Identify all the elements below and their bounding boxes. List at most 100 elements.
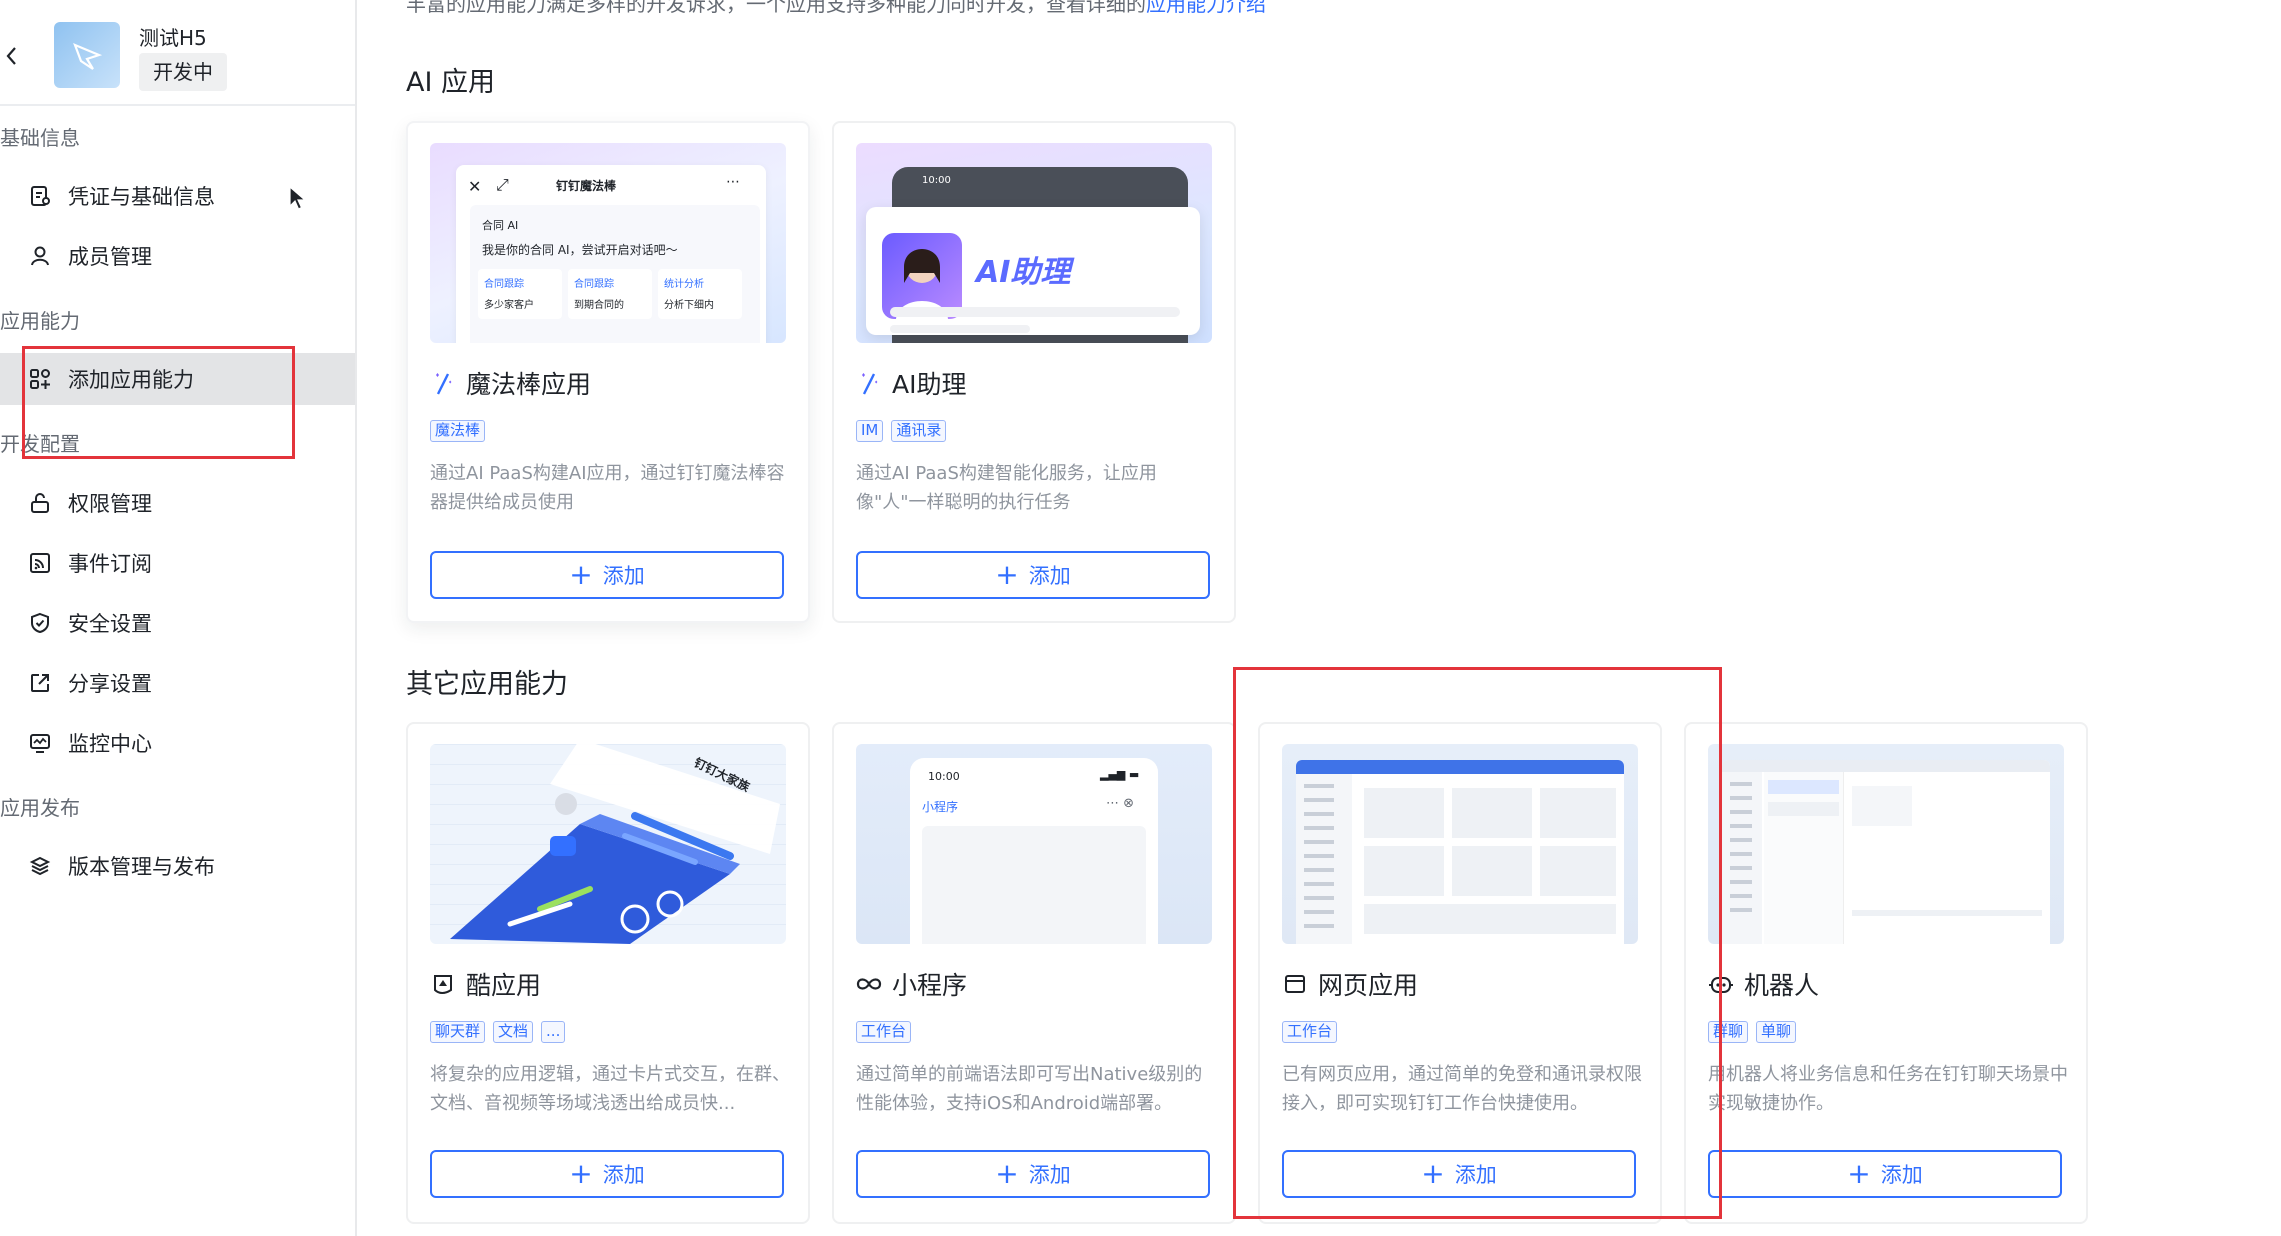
chat-list-item	[1768, 802, 1839, 816]
card-description: 通过简单的前端语法即可写出Native级别的性能体验，支持iOS和Android…	[856, 1064, 1203, 1114]
robot-preview-image	[1708, 744, 2064, 944]
capability-card-ai-assistant: 10:00 AI助理 AI助理 IM 通讯录 通过AI PaaS构建智能化服务，…	[832, 121, 1236, 623]
tag: IM	[856, 420, 884, 442]
preview-badge: 合同 AI	[482, 219, 519, 232]
section-title-other: 其它应用能力	[406, 669, 568, 700]
phone-frame: 10:00 ▂▄▆ ▬ 小程序 ⋯ ⊗	[910, 758, 1158, 944]
add-robot-button[interactable]: + 添加	[1708, 1150, 2062, 1198]
add-magic-wand-button[interactable]: + 添加	[430, 551, 784, 599]
card-title: 酷应用	[466, 971, 542, 1000]
ai-assistant-preview-image: 10:00 AI助理	[856, 143, 1212, 343]
capability-card-robot: 机器人 群聊 单聊 用机器人将业务信息和任务在钉钉聊天场景中实现敏捷协作。 + …	[1684, 722, 2088, 1224]
main-content: 丰富的应用能力满足多样的开发诉求，一个应用支持多种能力同时开发，查看详细的应用能…	[381, 0, 2281, 1236]
mini-program-preview-image: 10:00 ▂▄▆ ▬ 小程序 ⋯ ⊗	[856, 744, 1212, 944]
monitor-icon	[28, 731, 52, 755]
card-title: 魔法棒应用	[466, 370, 592, 399]
more-icon: ⋯ ⊗	[1106, 796, 1135, 811]
browser-window	[1296, 760, 1624, 944]
sidebar-item-label: 监控中心	[68, 732, 152, 756]
card-title-row: 酷应用	[430, 966, 541, 1002]
tag: 文档	[493, 1021, 534, 1043]
sidebar-item-label: 权限管理	[68, 492, 152, 516]
app-logo	[54, 22, 120, 88]
phone-time: 10:00	[928, 770, 960, 783]
sidebar-item-events[interactable]: 事件订阅	[0, 537, 355, 589]
section-title-ai: AI 应用	[406, 67, 496, 98]
browser-titlebar	[1296, 760, 1624, 774]
sidebar-item-label: 成员管理	[68, 245, 152, 269]
preview-chip: 合同跟踪 多少家客户	[478, 269, 562, 319]
add-button-label: 添加	[1880, 1163, 1923, 1187]
chat-list	[1764, 772, 1844, 944]
preview-chip-label: 合同跟踪	[484, 279, 524, 290]
sidebar-item-share[interactable]: 分享设置	[0, 657, 355, 709]
tag: 单聊	[1756, 1021, 1797, 1043]
sidebar-item-permissions[interactable]: 权限管理	[0, 477, 355, 529]
person-icon	[28, 244, 52, 268]
capability-card-web-app: 网页应用 工作台 已有网页应用，通过简单的免登和通讯录权限接入，即可实现钉钉工作…	[1258, 722, 1662, 1224]
sidebar: 测试H5 开发中 基础信息 凭证与基础信息 成员管理 应用能力 添加应用能力 开…	[0, 0, 357, 1236]
sidebar-item-monitor[interactable]: 监控中心	[0, 717, 355, 769]
preview-chip: 统计分析 分析下细内	[658, 269, 742, 319]
card-title: 小程序	[892, 971, 968, 1000]
add-button-label: 添加	[1028, 1163, 1071, 1187]
preview-header: 钉钉魔法棒	[556, 179, 617, 193]
mouse-cursor-icon	[289, 185, 307, 216]
expand-icon: ⤢	[496, 175, 509, 194]
add-cool-app-button[interactable]: + 添加	[430, 1150, 784, 1198]
card-title-row: 小程序	[856, 966, 967, 1002]
add-web-app-button[interactable]: + 添加	[1282, 1150, 1636, 1198]
shield-icon	[28, 611, 52, 635]
sidebar-item-security[interactable]: 安全设置	[0, 597, 355, 649]
tag: 聊天群	[430, 1021, 486, 1043]
back-chevron-icon[interactable]	[0, 38, 22, 74]
capability-card-cool-app: 钉钉大家族 酷应用 聊天群 文档 ... 将复杂的应用逻辑，通过卡片式交互，在群…	[406, 722, 810, 1224]
sidebar-item-versions[interactable]: 版本管理与发布	[0, 840, 355, 892]
preview-chip-sub: 多少家客户	[484, 300, 534, 311]
card-description: 用机器人将业务信息和任务在钉钉聊天场景中实现敏捷协作。	[1708, 1064, 2068, 1114]
group-title-release: 应用发布	[0, 796, 80, 820]
sidebar-item-label: 分享设置	[68, 672, 152, 696]
add-button-label: 添加	[602, 1163, 645, 1187]
preview-chip-label: 统计分析	[664, 279, 704, 290]
card-title-row: 网页应用	[1282, 966, 1418, 1002]
card-title-row: AI助理	[856, 365, 966, 401]
cool-app-preview-image: 钉钉大家族	[430, 744, 786, 944]
plus-icon: +	[569, 558, 593, 591]
web-app-preview-image	[1282, 744, 1638, 944]
sidebar-item-add-capability[interactable]: 添加应用能力	[0, 353, 355, 405]
tag-list: 聊天群 文档 ...	[430, 1021, 566, 1043]
tag-list: 魔法棒	[430, 420, 486, 442]
add-ai-assistant-button[interactable]: + 添加	[856, 551, 1210, 599]
capability-card-magic-wand: ✕ ⤢ 钉钉魔法棒 ⋯ 合同 AI 我是你的合同 AI，尝试开启对话吧～ 合同跟…	[406, 121, 810, 623]
card-title: AI助理	[892, 370, 967, 399]
magic-wand-preview-image: ✕ ⤢ 钉钉魔法棒 ⋯ 合同 AI 我是你的合同 AI，尝试开启对话吧～ 合同跟…	[430, 143, 786, 343]
tag-list: 工作台	[856, 1021, 912, 1043]
sidebar-item-members[interactable]: 成员管理	[0, 230, 355, 282]
phone-time: 10:00	[922, 175, 951, 186]
sidebar-item-label: 凭证与基础信息	[68, 185, 215, 209]
capability-intro-link[interactable]: 应用能力介绍	[1146, 0, 1266, 16]
sidebar-item-label: 事件订阅	[68, 552, 152, 576]
intro-text: 丰富的应用能力满足多样的开发诉求，一个应用支持多种能力同时开发，查看详细的应用能…	[406, 0, 1266, 17]
browser-sidebar	[1296, 774, 1352, 944]
chat-input-bar	[1852, 910, 2042, 916]
document-icon	[28, 184, 52, 208]
tag-list: 工作台	[1282, 1021, 1338, 1043]
tag: 群聊	[1708, 1021, 1749, 1043]
preview-chip: 合同跟踪 到期合同的	[568, 269, 652, 319]
tag-more[interactable]: ...	[541, 1021, 566, 1043]
close-icon: ✕	[468, 177, 482, 196]
group-title-capability: 应用能力	[0, 309, 80, 333]
app-status-badge: 开发中	[139, 53, 227, 91]
add-mini-program-button[interactable]: + 添加	[856, 1150, 1210, 1198]
preview-chip-sub: 到期合同的	[574, 300, 624, 311]
group-title-basic: 基础信息	[0, 126, 80, 150]
sidebar-item-label: 添加应用能力	[68, 368, 194, 392]
plus-icon: +	[1847, 1157, 1871, 1190]
tag-list: IM 通讯录	[856, 420, 947, 442]
apps-grid-icon	[28, 367, 52, 391]
chat-window	[1722, 760, 2050, 944]
tag: 工作台	[856, 1021, 912, 1043]
share-icon	[28, 671, 52, 695]
